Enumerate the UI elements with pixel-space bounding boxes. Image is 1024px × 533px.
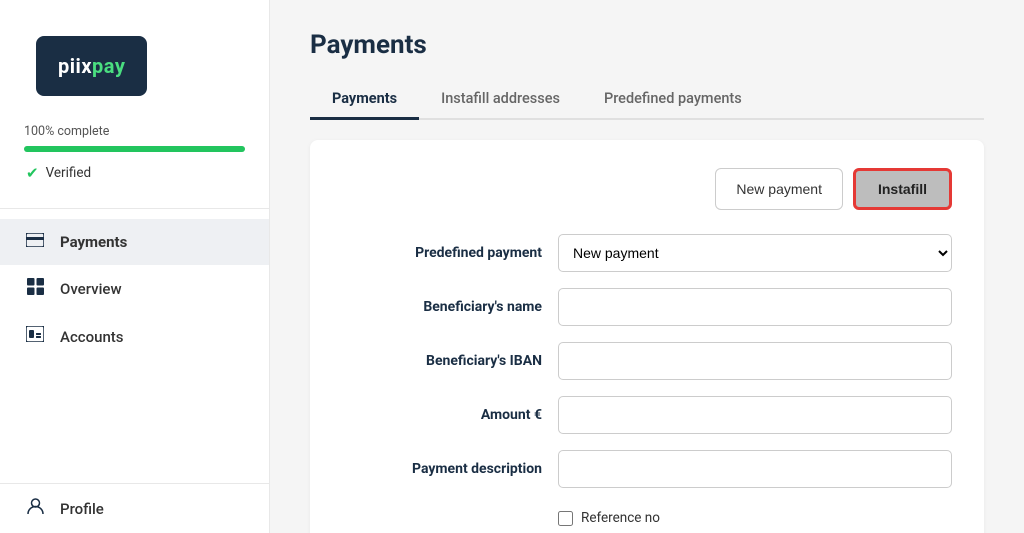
tab-predefined-payments[interactable]: Predefined payments: [582, 80, 764, 120]
progress-section: 100% complete ✔ Verified: [0, 96, 269, 198]
sidebar-item-overview-label: Overview: [60, 280, 122, 298]
tab-bar: Payments Instafill addresses Predefined …: [310, 80, 984, 120]
reference-no-checkbox[interactable]: [558, 511, 573, 526]
instafill-button[interactable]: Instafill: [853, 168, 952, 210]
payments-icon: [24, 232, 46, 252]
sidebar-item-overview[interactable]: Overview: [0, 265, 269, 313]
payment-form: Predefined payment New payment Beneficia…: [342, 234, 952, 533]
profile-icon: [24, 497, 46, 520]
beneficiary-name-label: Beneficiary's name: [342, 299, 542, 315]
main-content: Payments Payments Instafill addresses Pr…: [270, 0, 1024, 533]
page-title: Payments: [310, 30, 984, 60]
accounts-icon: [24, 326, 46, 347]
beneficiary-name-input[interactable]: [558, 288, 952, 326]
payment-description-row: Payment description: [342, 450, 952, 488]
predefined-payment-row: Predefined payment New payment: [342, 234, 952, 272]
verified-icon: ✔: [26, 164, 39, 182]
sidebar-item-payments-label: Payments: [60, 233, 127, 251]
progress-bar-background: [24, 146, 245, 152]
predefined-payment-select[interactable]: New payment: [558, 234, 952, 272]
nav-bottom: Profile: [0, 483, 269, 533]
verified-row: ✔ Verified: [24, 164, 245, 182]
content-area: New payment Instafill Predefined payment…: [310, 140, 984, 533]
beneficiary-iban-row: Beneficiary's IBAN: [342, 342, 952, 380]
payment-description-label: Payment description: [342, 461, 542, 477]
page-header: Payments Payments Instafill addresses Pr…: [270, 0, 1024, 120]
reference-no-row: Reference no: [342, 510, 952, 526]
progress-label: 100% complete: [24, 124, 245, 139]
payment-description-input[interactable]: [558, 450, 952, 488]
amount-input[interactable]: [558, 396, 952, 434]
beneficiary-iban-input[interactable]: [558, 342, 952, 380]
progress-bar-fill: [24, 146, 245, 152]
reference-no-label: Reference no: [581, 510, 660, 526]
sidebar-item-payments[interactable]: Payments: [0, 219, 269, 265]
sidebar-item-accounts[interactable]: Accounts: [0, 313, 269, 360]
tab-instafill-addresses[interactable]: Instafill addresses: [419, 80, 582, 120]
top-actions: New payment Instafill: [342, 168, 952, 210]
sidebar-item-accounts-label: Accounts: [60, 328, 124, 346]
beneficiary-iban-label: Beneficiary's IBAN: [342, 353, 542, 369]
amount-label: Amount €: [342, 407, 542, 423]
beneficiary-name-row: Beneficiary's name: [342, 288, 952, 326]
verified-label: Verified: [46, 165, 92, 181]
main-nav: Payments Overview: [0, 219, 269, 360]
nav-divider: [0, 208, 269, 209]
sidebar-item-profile[interactable]: Profile: [0, 484, 269, 533]
amount-row: Amount €: [342, 396, 952, 434]
logo-text: piixpay: [58, 54, 125, 78]
logo: piixpay: [36, 36, 147, 96]
sidebar-item-profile-label: Profile: [60, 500, 104, 518]
tab-payments[interactable]: Payments: [310, 80, 419, 120]
new-payment-button[interactable]: New payment: [715, 168, 843, 210]
predefined-payment-label: Predefined payment: [342, 245, 542, 261]
overview-icon: [24, 278, 46, 300]
sidebar: piixpay 100% complete ✔ Verified Payment…: [0, 0, 270, 533]
